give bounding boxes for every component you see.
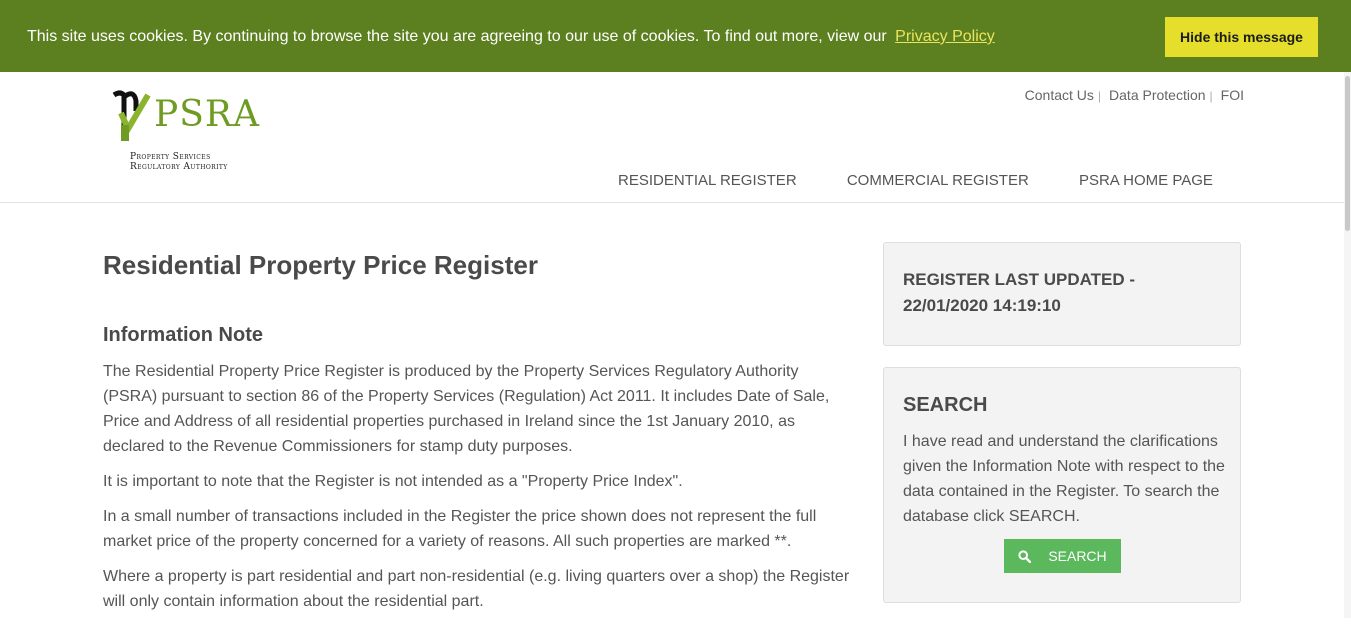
page-title: Residential Property Price Register — [103, 250, 538, 280]
data-protection-link[interactable]: Data Protection — [1109, 87, 1206, 103]
nav-residential-register[interactable]: RESIDENTIAL REGISTER — [618, 172, 797, 189]
search-button-label: SEARCH — [1048, 548, 1107, 564]
last-updated-value: 22/01/2020 14:19:10 — [903, 296, 1061, 315]
hide-message-button[interactable]: Hide this message — [1165, 17, 1318, 57]
search-description: I have read and understand the clarifica… — [903, 433, 1225, 525]
foi-link[interactable]: FOI — [1221, 87, 1244, 103]
psra-logo[interactable]: PSRA Property Services Regulatory Author… — [112, 89, 272, 179]
section-heading: Information Note — [103, 324, 263, 346]
psra-logo-icon — [112, 90, 151, 141]
cookie-message: This site uses cookies. By continuing to… — [27, 27, 995, 47]
nav-psra-home-page[interactable]: PSRA HOME PAGE — [1079, 172, 1213, 189]
search-heading: SEARCH — [903, 394, 988, 416]
logo-subtitle-line2: Regulatory Authority — [130, 162, 228, 172]
link-separator: | — [1097, 89, 1102, 103]
utility-links: Contact Us | Data Protection | FOI — [1025, 87, 1244, 103]
logo-subtitle: Property Services Regulatory Authority — [130, 152, 228, 172]
last-updated-panel: REGISTER LAST UPDATED - 22/01/2020 14:19… — [883, 242, 1241, 346]
search-panel: SEARCH I have read and understand the cl… — [883, 367, 1241, 603]
info-paragraph: It is important to note that the Registe… — [103, 473, 683, 490]
scrollbar[interactable] — [1344, 72, 1351, 618]
site-header: PSRA Property Services Regulatory Author… — [0, 72, 1344, 203]
logo-wordmark: PSRA — [154, 94, 260, 135]
scrollbar-thumb[interactable] — [1345, 76, 1350, 231]
cookie-banner: This site uses cookies. By continuing to… — [0, 0, 1351, 72]
info-paragraph: The Residential Property Price Register … — [103, 363, 830, 455]
last-updated-text: REGISTER LAST UPDATED - 22/01/2020 14:19… — [903, 267, 1135, 319]
privacy-policy-link[interactable]: Privacy Policy — [895, 28, 995, 45]
search-icon — [1018, 549, 1032, 563]
info-paragraph: Where a property is part residential and… — [103, 568, 850, 610]
last-updated-label: REGISTER LAST UPDATED - — [903, 270, 1136, 289]
main-nav: RESIDENTIAL REGISTER COMMERCIAL REGISTER… — [618, 172, 1259, 189]
link-separator: | — [1209, 89, 1213, 103]
logo-subtitle-line1: Property Services — [130, 152, 211, 162]
info-paragraph: In a small number of transactions includ… — [103, 508, 817, 550]
information-note: The Residential Property Price Register … — [103, 359, 855, 624]
contact-us-link[interactable]: Contact Us — [1025, 87, 1094, 103]
search-button[interactable]: SEARCH — [1004, 539, 1121, 573]
cookie-message-text: This site uses cookies. By continuing to… — [27, 28, 887, 45]
nav-commercial-register[interactable]: COMMERCIAL REGISTER — [847, 172, 1029, 189]
